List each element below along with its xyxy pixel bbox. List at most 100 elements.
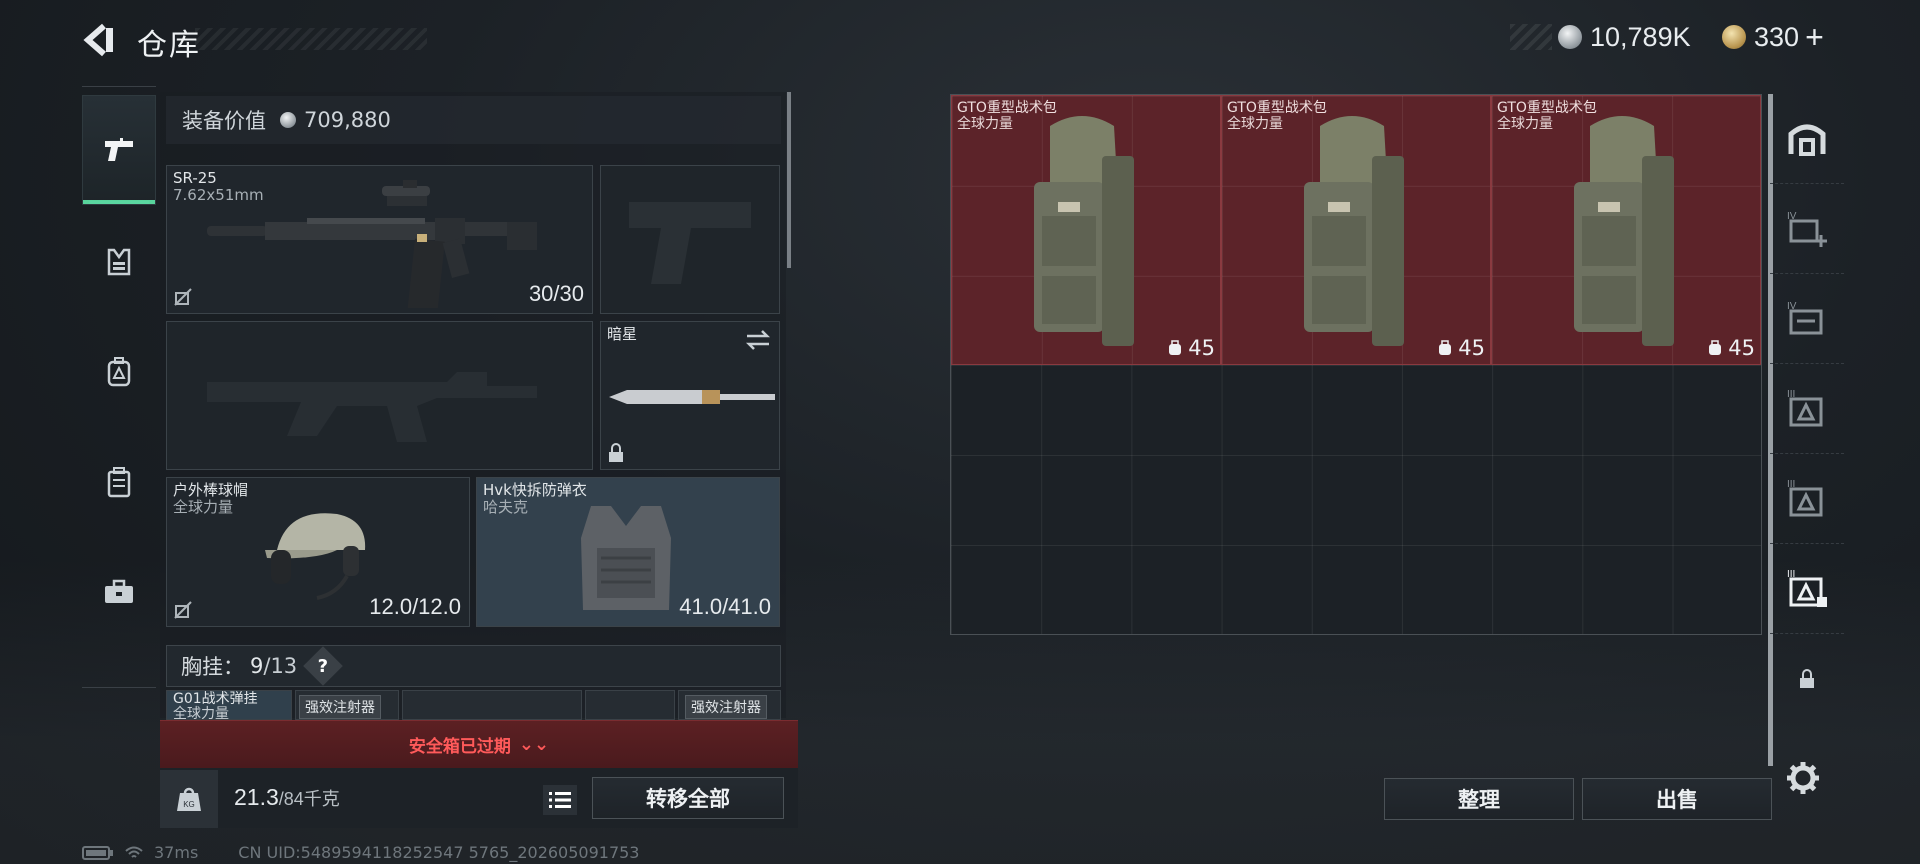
backpack-item[interactable]: GTO重型战术包 全球力量 45: [1491, 95, 1761, 365]
status-bar: 37ms CN UID:5489594118252547 5765_202605…: [82, 843, 639, 862]
tab-storage-iii-2[interactable]: III: [1770, 454, 1844, 544]
tab-armor[interactable]: [82, 207, 156, 317]
loadout-category-tabs: [82, 86, 156, 688]
sort-button[interactable]: 整理: [1384, 778, 1574, 820]
rig-item-tag: 强效注射器: [299, 695, 381, 719]
tab-storage-iv[interactable]: IV: [1770, 274, 1844, 364]
backpack-capacity-icon: [1709, 340, 1722, 355]
capacity-badge: 45: [1438, 336, 1485, 360]
pistol-icon: [105, 138, 133, 161]
storage-iii-icon: III: [1787, 479, 1823, 516]
tab-backpack[interactable]: [82, 317, 156, 427]
warning-text: 安全箱已过期: [408, 737, 511, 757]
backpack-item[interactable]: GTO重型战术包 全球力量 45: [1221, 95, 1491, 365]
loadout-scrollbar[interactable]: [787, 92, 791, 268]
backpack-icon: [107, 357, 131, 387]
silver-coin-icon: [1558, 25, 1582, 49]
tab-chest-rig[interactable]: [82, 427, 156, 537]
weight-icon-box: KG: [160, 770, 218, 828]
title-decoration: [195, 28, 427, 50]
value-amount: 709,880: [304, 108, 391, 132]
gear-icon: [1787, 762, 1819, 794]
weight-icon: KG: [177, 787, 201, 811]
help-icon[interactable]: ?: [303, 646, 343, 686]
gold-currency[interactable]: 330 +: [1722, 19, 1824, 56]
baseball-cap-image: [265, 513, 366, 600]
helmet-durability: 12.0/12.0: [369, 594, 461, 619]
value-label: 装备价值: [182, 109, 266, 133]
stash-grid[interactable]: GTO重型战术包 全球力量 45 GTO重型战术包 全球力量 45 GTO重型战…: [950, 94, 1762, 635]
settings-button[interactable]: [1785, 760, 1821, 800]
body-armor-image: [581, 506, 671, 610]
tab-storage-iii-3-active[interactable]: III: [1770, 544, 1844, 634]
silver-currency: 10,789K: [1510, 20, 1691, 54]
capacity-value: 45: [1188, 336, 1215, 360]
list-icon: [549, 792, 571, 808]
safe-box-expired-banner[interactable]: 安全箱已过期 ⌄⌄: [160, 720, 798, 768]
melee-slot[interactable]: 暗星: [600, 321, 780, 470]
transfer-all-button[interactable]: 转移全部: [592, 777, 784, 819]
capacity-value: 45: [1728, 336, 1755, 360]
storage-iv-add-icon: IV: [1787, 211, 1827, 247]
sr25-rifle-image: [207, 180, 537, 308]
weight-max: /84千克: [278, 789, 340, 809]
pistol-slot-empty[interactable]: [600, 165, 780, 314]
tab-storage-iii-1[interactable]: III: [1770, 364, 1844, 454]
rig-slot-injector-1[interactable]: 强效注射器: [295, 690, 399, 720]
vest-durability: 41.0/41.0: [679, 594, 771, 619]
item-brand: 全球力量: [1497, 116, 1553, 132]
secondary-weapon-slot-empty[interactable]: [166, 321, 593, 470]
svg-text:KG: KG: [183, 800, 195, 809]
storage-tabs: IV IV III III III: [1770, 94, 1844, 734]
storage-iv-icon: IV: [1787, 301, 1823, 334]
rig-slot-empty[interactable]: [402, 690, 582, 720]
backpack-capacity-icon: [1439, 340, 1452, 355]
pistol-placeholder-icon: [629, 202, 751, 284]
list-view-button[interactable]: [543, 785, 577, 815]
tab-locked[interactable]: [1770, 634, 1844, 724]
battery-icon: [82, 845, 113, 860]
carry-weight: 21.3/84千克: [234, 784, 340, 811]
silver-coin-icon: [280, 112, 296, 128]
swap-icon[interactable]: [745, 330, 771, 350]
add-currency-icon[interactable]: +: [1805, 19, 1824, 56]
rig-item-g01[interactable]: G01战术弹挂 全球力量: [166, 690, 292, 720]
backpack-item[interactable]: GTO重型战术包 全球力量 45: [951, 95, 1221, 365]
weight-current: 21.3: [234, 784, 279, 810]
armor-vest-slot[interactable]: Hvk快拆防弹衣 哈夫克 41.0/41.0: [476, 477, 780, 627]
rig-slot-injector-2[interactable]: 强效注射器: [678, 690, 781, 720]
back-button[interactable]: [82, 22, 120, 58]
storage-iii-icon: III: [1787, 389, 1823, 426]
helmet-name: 户外棒球帽: [173, 481, 249, 499]
chevron-down-icon: ⌄⌄: [518, 734, 550, 755]
item-brand: 全球力量: [957, 116, 1013, 132]
chest-rig-label: 胸挂：: [181, 655, 244, 679]
rig-item-tag: 强效注射器: [685, 695, 767, 719]
rig-item-name: G01战术弹挂: [173, 691, 258, 707]
item-brand: 全球力量: [1227, 116, 1283, 132]
tab-weapons[interactable]: [82, 95, 156, 205]
vest-brand: 哈夫克: [483, 498, 529, 516]
lock-icon: [1800, 669, 1814, 688]
primary-weapon-slot[interactable]: SR-25 7.62x51mm 30/30: [166, 165, 593, 314]
helmet-slot[interactable]: 户外棒球帽 全球力量 12.0/12.0: [166, 477, 470, 627]
tactical-backpack-image: [1034, 116, 1134, 346]
backpack-capacity-icon: [1169, 340, 1182, 355]
sell-button[interactable]: 出售: [1582, 778, 1772, 820]
storage-iii-icon-active: III: [1787, 569, 1827, 607]
tab-case[interactable]: [82, 537, 156, 647]
rig-item-brand: 全球力量: [173, 706, 229, 720]
rig-slot-empty[interactable]: [585, 690, 675, 720]
capacity-value: 45: [1458, 336, 1485, 360]
not-insured-icon: [174, 288, 192, 306]
tactical-backpack-image: [1304, 116, 1404, 346]
page-title: 仓库: [137, 28, 201, 63]
capacity-badge: 45: [1168, 336, 1215, 360]
chest-rig-icon: [107, 467, 131, 498]
melee-name: 暗星: [607, 325, 638, 343]
briefcase-icon: [105, 579, 133, 603]
tab-storage-iv-add[interactable]: IV: [1770, 184, 1844, 274]
equipment-value: 装备价值 709,880: [166, 96, 781, 144]
tab-stash-main[interactable]: [1770, 94, 1844, 184]
uid-text: CN UID:5489594118252547 5765_20260509175…: [238, 843, 640, 862]
